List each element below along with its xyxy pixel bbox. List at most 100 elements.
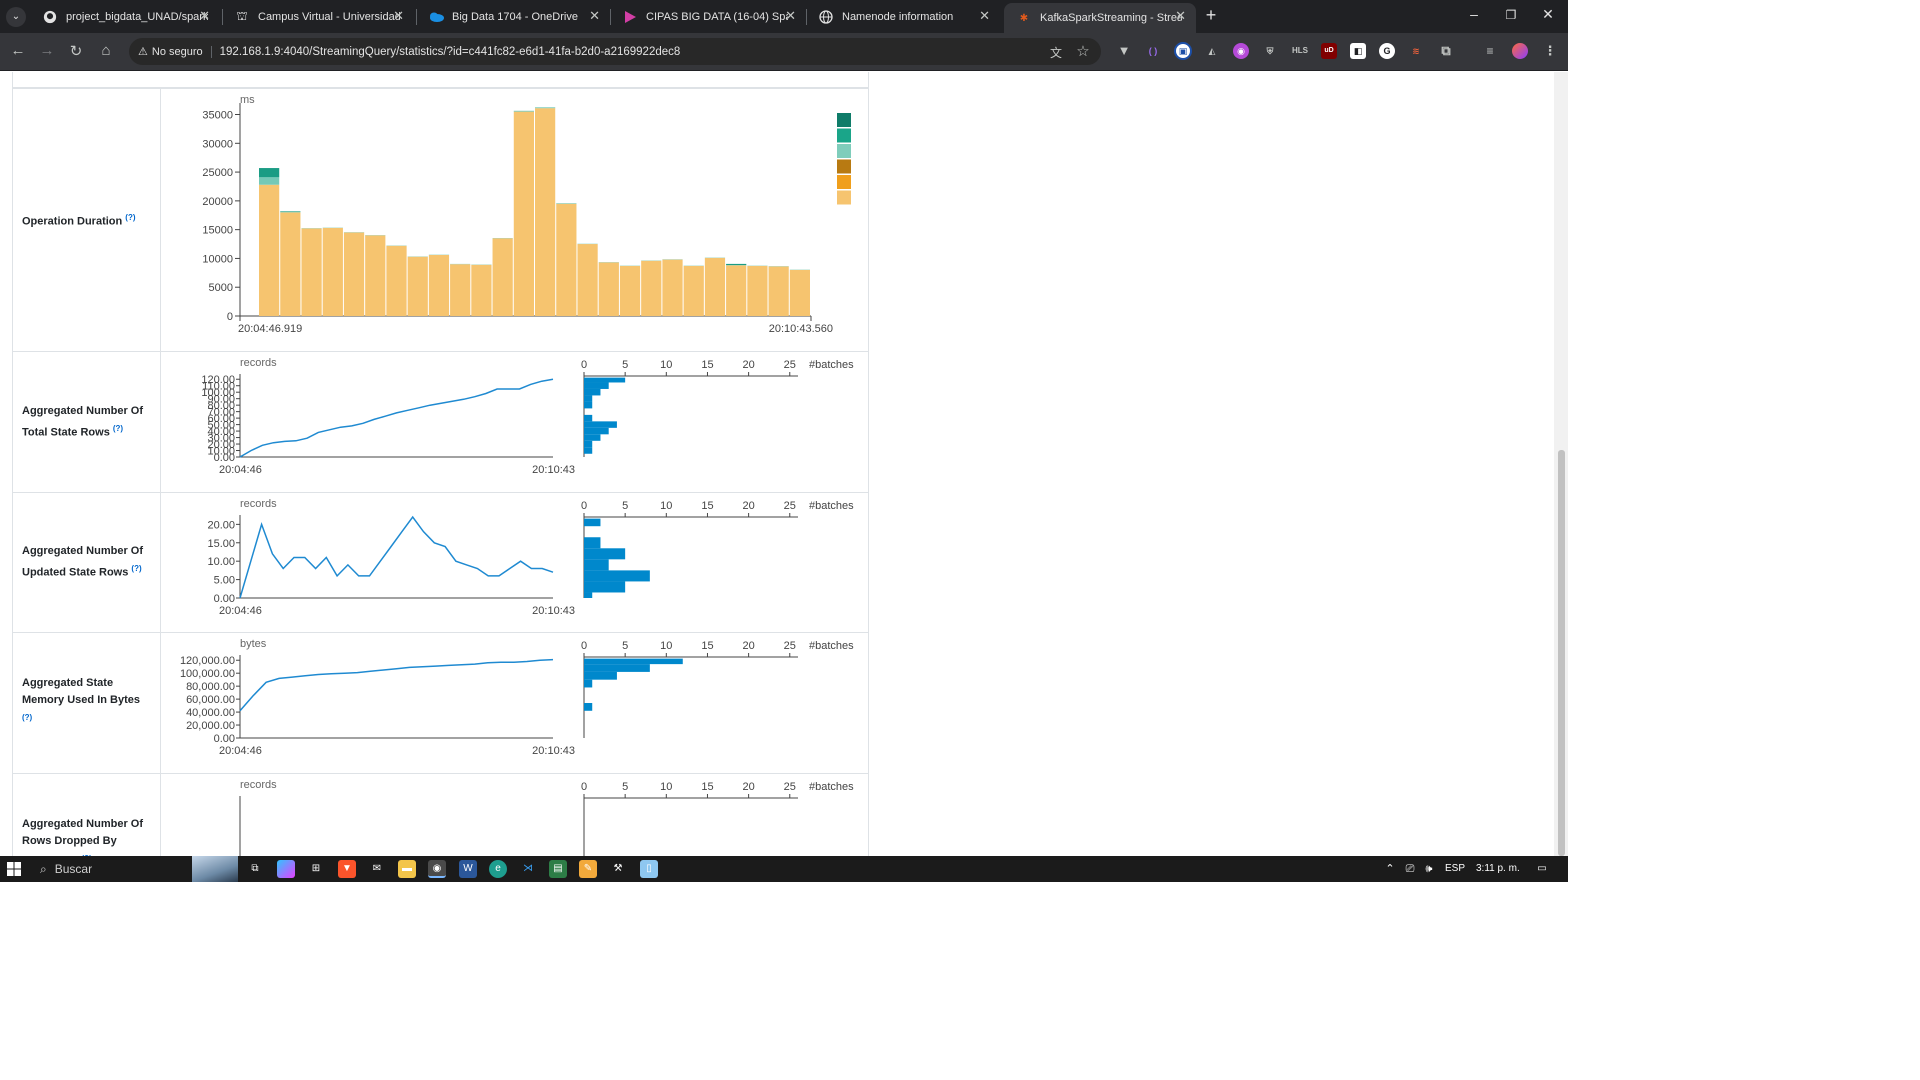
y-tick-label: 20.00: [207, 519, 235, 531]
search-icon: ⌕: [40, 861, 47, 876]
start-button[interactable]: [5, 860, 23, 878]
file-explorer-icon[interactable]: ▬: [398, 860, 416, 878]
bitwarden-extension-icon[interactable]: ▣: [1174, 42, 1192, 60]
shield-extension-icon[interactable]: ⛨: [1262, 43, 1278, 59]
brave-icon[interactable]: ▼: [338, 860, 356, 878]
duration-bar: [386, 245, 407, 316]
translate-icon[interactable]: 文: [1046, 44, 1066, 61]
histogram-bar: [584, 377, 626, 383]
g-extension-icon[interactable]: G: [1379, 43, 1395, 59]
show-hidden-icons[interactable]: ⌃: [1381, 860, 1399, 878]
help-icon[interactable]: (?): [131, 564, 141, 573]
new-tab-button[interactable]: +: [1201, 5, 1221, 26]
vscode-icon[interactable]: ⋊: [519, 860, 537, 878]
tab-namenode[interactable]: Namenode information ✕: [806, 0, 1000, 33]
y-axis-unit: records: [240, 498, 277, 510]
wave-extension-icon[interactable]: ≋: [1408, 43, 1424, 59]
reading-list-icon[interactable]: ≡: [1482, 43, 1498, 59]
tab-search-button[interactable]: ⌄: [6, 7, 26, 27]
store-icon[interactable]: ⊞: [307, 860, 325, 878]
tab-kafka-streaming[interactable]: ✱ KafkaSparkStreaming - Streamin ✕: [1004, 3, 1196, 33]
previous-row-clipped: [12, 72, 869, 88]
home-button[interactable]: ⌂: [96, 42, 116, 59]
duration-bar: [726, 265, 747, 316]
close-tab-icon[interactable]: ✕: [589, 8, 600, 24]
tab-title: Campus Virtual - Universidad N: [258, 10, 400, 23]
app-icon[interactable]: ▤: [549, 860, 567, 878]
y-axis-unit: ms: [240, 94, 255, 106]
brackets-extension-icon[interactable]: ( ): [1145, 43, 1161, 59]
vertical-scrollbar[interactable]: [1554, 72, 1568, 856]
minimize-button[interactable]: –: [1464, 6, 1484, 22]
extension-purple-icon[interactable]: ◉: [1233, 43, 1249, 59]
histogram-unit: #batches: [809, 359, 854, 371]
clock[interactable]: 3:11 p. m.: [1476, 863, 1520, 874]
url-text[interactable]: 192.168.1.9:4040/StreamingQuery/statisti…: [220, 46, 681, 58]
close-window-button[interactable]: ✕: [1538, 6, 1558, 23]
close-tab-icon[interactable]: ✕: [1175, 8, 1186, 24]
duration-bar: [259, 168, 280, 178]
histogram-bar: [584, 671, 617, 680]
tab-cipas[interactable]: CIPAS BIG DATA (16-04) Spark S ✕: [610, 0, 806, 33]
histogram-bar: [584, 703, 593, 711]
histogram-tick-label: 25: [784, 500, 796, 512]
ublock-extension-icon[interactable]: uD: [1321, 43, 1337, 59]
close-tab-icon[interactable]: ✕: [785, 8, 796, 24]
recorder-extension-icon[interactable]: ◭: [1204, 43, 1220, 59]
state-memory-chart: bytes 0.0020,000.0040,000.0060,000.0080,0…: [180, 638, 854, 757]
cube-extension-icon[interactable]: ◧: [1350, 43, 1366, 59]
scrollbar-thumb[interactable]: [1558, 450, 1565, 856]
help-icon[interactable]: (?): [125, 213, 135, 222]
histogram-tick-label: 0: [581, 640, 587, 652]
x-start-label: 20:04:46.919: [238, 323, 302, 335]
language-indicator[interactable]: ESP: [1445, 863, 1465, 874]
tab-onedrive[interactable]: Big Data 1704 - OneDrive ✕: [416, 0, 610, 33]
help-icon[interactable]: (?): [22, 713, 32, 722]
chrome-icon[interactable]: ◉: [428, 860, 446, 878]
close-tab-icon[interactable]: ✕: [393, 8, 404, 24]
word-icon[interactable]: W: [459, 860, 477, 878]
forward-button[interactable]: →: [37, 42, 57, 59]
tab-project-bigdata[interactable]: project_bigdata_UNAD/spark_s ✕: [30, 0, 220, 33]
histogram-tick-label: 0: [581, 781, 587, 793]
histogram-unit: #batches: [809, 500, 854, 512]
edge-icon[interactable]: e: [489, 860, 507, 878]
hls-extension-icon[interactable]: HLS: [1290, 43, 1310, 59]
histogram-bar: [584, 395, 593, 402]
extensions-puzzle-icon[interactable]: ⧉: [1438, 43, 1454, 59]
security-label[interactable]: No seguro: [152, 45, 212, 58]
menu-kebab-icon[interactable]: ⋮: [1542, 43, 1558, 59]
y-tick-label: 5000: [209, 282, 233, 294]
task-view-icon[interactable]: ⧉: [246, 860, 264, 878]
tab-campus-virtual[interactable]: ⛫ Campus Virtual - Universidad N ✕: [222, 0, 414, 33]
close-tab-icon[interactable]: ✕: [199, 8, 210, 24]
network-icon[interactable]: ⎚: [1401, 860, 1419, 878]
notepad-icon[interactable]: ▯: [640, 860, 658, 878]
histogram-tick-label: 5: [622, 359, 628, 371]
chart-cell: records 0.00 10.00 20.00 30.00 40.00 50.00 60.0…: [160, 351, 869, 493]
close-tab-icon[interactable]: ✕: [979, 8, 990, 24]
help-icon[interactable]: (?): [113, 424, 123, 433]
profile-avatar[interactable]: [1512, 43, 1528, 59]
notifications-icon[interactable]: ▭: [1533, 860, 1551, 878]
tool-icon[interactable]: ⚒: [609, 860, 627, 878]
mail-icon[interactable]: ✉: [368, 860, 386, 878]
vpn-extension-icon[interactable]: ▼: [1116, 43, 1132, 59]
back-button[interactable]: ←: [8, 42, 28, 59]
tab-title: CIPAS BIG DATA (16-04) Spark S: [646, 10, 788, 23]
restore-button[interactable]: ❐: [1501, 8, 1521, 22]
volume-icon[interactable]: 🕪: [1420, 860, 1438, 878]
histogram-bar: [584, 658, 683, 665]
histogram-bar: [584, 447, 593, 454]
y-tick-label: 80,000.00: [186, 681, 235, 693]
reload-button[interactable]: ↻: [66, 42, 86, 60]
address-bar[interactable]: ⚠ No seguro 192.168.1.9:4040/StreamingQu…: [129, 38, 1101, 65]
histogram-bar: [584, 440, 593, 448]
row-label-text: Aggregated State Memory Used In Bytes: [22, 677, 140, 707]
taskbar-search[interactable]: ⌕ Buscar: [30, 856, 238, 882]
sticky-notes-icon[interactable]: ✎: [579, 860, 597, 878]
stream-icon: [622, 9, 638, 25]
bookmark-star-icon[interactable]: ☆: [1073, 42, 1093, 60]
spark-icon: ✱: [1019, 12, 1029, 24]
copilot-icon[interactable]: [277, 860, 295, 878]
